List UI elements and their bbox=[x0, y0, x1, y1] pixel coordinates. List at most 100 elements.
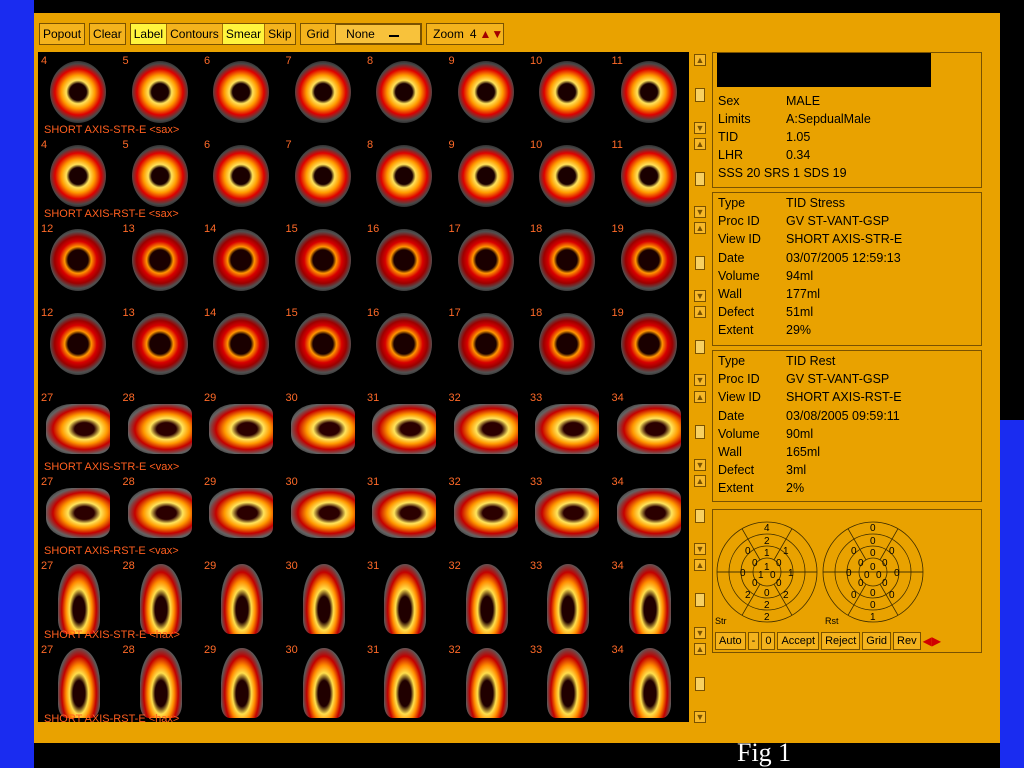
scroll-down-arrow-icon[interactable]: ▼ bbox=[694, 543, 706, 555]
scroll-down-arrow-icon[interactable]: ▼ bbox=[694, 290, 706, 302]
auto-button[interactable]: Auto bbox=[715, 632, 746, 650]
slice-image[interactable]: 4 bbox=[38, 53, 118, 133]
zero-button[interactable]: 0 bbox=[761, 632, 776, 650]
clear-button[interactable]: Clear bbox=[90, 24, 125, 44]
slice-image[interactable]: 33 bbox=[527, 390, 607, 470]
slice-image[interactable]: 30 bbox=[283, 390, 363, 470]
scroll-down-arrow-icon[interactable]: ▼ bbox=[694, 711, 706, 723]
scroll-down-arrow-icon[interactable]: ▼ bbox=[694, 374, 706, 386]
slice-image[interactable]: 9 bbox=[446, 137, 526, 217]
scroll-up-arrow-icon[interactable]: ▲ bbox=[694, 54, 706, 66]
scroll-down-arrow-icon[interactable]: ▼ bbox=[694, 459, 706, 471]
scroll-thumb[interactable] bbox=[695, 88, 705, 102]
slice-image[interactable]: 10 bbox=[527, 137, 607, 217]
slice-image[interactable]: 28 bbox=[120, 558, 200, 638]
skip-toggle[interactable]: Skip bbox=[265, 24, 294, 44]
slice-image[interactable]: 33 bbox=[527, 558, 607, 638]
slice-image[interactable]: 34 bbox=[609, 558, 689, 638]
slice-image[interactable]: 17 bbox=[446, 221, 526, 301]
slice-image[interactable]: 12 bbox=[38, 221, 118, 301]
slice-image[interactable]: 34 bbox=[609, 390, 689, 470]
slice-image[interactable]: 12 bbox=[38, 305, 118, 385]
slice-image[interactable]: 29 bbox=[201, 642, 281, 722]
rest-polar-map[interactable]: 0100000000 000000 000 bbox=[822, 521, 924, 623]
grid-button[interactable]: Grid bbox=[862, 632, 892, 650]
slice-image[interactable]: 28 bbox=[120, 642, 200, 722]
accept-button[interactable]: Accept bbox=[777, 632, 820, 650]
slice-image[interactable]: 32 bbox=[446, 558, 526, 638]
slice-image[interactable]: 7 bbox=[283, 137, 363, 217]
contours-toggle[interactable]: Contours bbox=[167, 24, 223, 44]
scroll-up-arrow-icon[interactable]: ▲ bbox=[694, 391, 706, 403]
slice-image[interactable]: 28 bbox=[120, 474, 200, 554]
zoom-stepper-icon[interactable]: ▲▼ bbox=[480, 27, 504, 41]
scroll-thumb[interactable] bbox=[695, 677, 705, 691]
slice-image[interactable]: 27 bbox=[38, 390, 118, 470]
slice-image[interactable]: 27 bbox=[38, 558, 118, 638]
slice-image[interactable]: 7 bbox=[283, 53, 363, 133]
slice-image[interactable]: 5 bbox=[120, 53, 200, 133]
slice-image[interactable]: 29 bbox=[201, 558, 281, 638]
scroll-thumb[interactable] bbox=[695, 256, 705, 270]
slice-image[interactable]: 18 bbox=[527, 305, 607, 385]
scroll-up-arrow-icon[interactable]: ▲ bbox=[694, 643, 706, 655]
scroll-thumb[interactable] bbox=[695, 593, 705, 607]
slice-image[interactable]: 8 bbox=[364, 137, 444, 217]
slice-image[interactable]: 31 bbox=[364, 642, 444, 722]
slice-image[interactable]: 11 bbox=[609, 137, 689, 217]
rev-button[interactable]: Rev bbox=[893, 632, 921, 650]
slice-image[interactable]: 5 bbox=[120, 137, 200, 217]
slice-image[interactable]: 14 bbox=[201, 221, 281, 301]
slice-image[interactable]: 29 bbox=[201, 474, 281, 554]
label-toggle[interactable]: Label bbox=[130, 24, 168, 44]
slice-image[interactable]: 4 bbox=[38, 137, 118, 217]
scroll-thumb[interactable] bbox=[695, 509, 705, 523]
slice-image[interactable]: 15 bbox=[283, 221, 363, 301]
slice-image[interactable]: 10 bbox=[527, 53, 607, 133]
slice-image[interactable]: 19 bbox=[609, 221, 689, 301]
slice-image[interactable]: 34 bbox=[609, 474, 689, 554]
slice-image[interactable]: 6 bbox=[201, 53, 281, 133]
slice-image[interactable]: 27 bbox=[38, 642, 118, 722]
slice-image[interactable]: 30 bbox=[283, 474, 363, 554]
slice-image[interactable]: 33 bbox=[527, 642, 607, 722]
slice-image[interactable]: 31 bbox=[364, 558, 444, 638]
scroll-thumb[interactable] bbox=[695, 425, 705, 439]
slice-image[interactable]: 31 bbox=[364, 390, 444, 470]
slice-image[interactable]: 27 bbox=[38, 474, 118, 554]
slice-image[interactable]: 28 bbox=[120, 390, 200, 470]
scroll-down-arrow-icon[interactable]: ▼ bbox=[694, 122, 706, 134]
prev-next-arrows-icon[interactable]: ◀▶ bbox=[923, 634, 941, 648]
scroll-up-arrow-icon[interactable]: ▲ bbox=[694, 222, 706, 234]
slice-image[interactable]: 16 bbox=[364, 305, 444, 385]
slice-image[interactable]: 31 bbox=[364, 474, 444, 554]
scroll-up-arrow-icon[interactable]: ▲ bbox=[694, 559, 706, 571]
slice-image[interactable]: 33 bbox=[527, 474, 607, 554]
grid-dropdown[interactable]: None bbox=[335, 24, 422, 44]
reject-button[interactable]: Reject bbox=[821, 632, 861, 650]
slice-image[interactable]: 13 bbox=[120, 305, 200, 385]
slice-image[interactable]: 19 bbox=[609, 305, 689, 385]
popout-button[interactable]: Popout bbox=[40, 24, 84, 44]
scroll-up-arrow-icon[interactable]: ▲ bbox=[694, 475, 706, 487]
slice-image[interactable]: 15 bbox=[283, 305, 363, 385]
scroll-up-arrow-icon[interactable]: ▲ bbox=[694, 138, 706, 150]
slice-image[interactable]: 18 bbox=[527, 221, 607, 301]
slice-image[interactable]: 6 bbox=[201, 137, 281, 217]
slice-image[interactable]: 14 bbox=[201, 305, 281, 385]
slice-image[interactable]: 29 bbox=[201, 390, 281, 470]
slice-image[interactable]: 32 bbox=[446, 642, 526, 722]
slice-image[interactable]: 8 bbox=[364, 53, 444, 133]
minus-button[interactable]: - bbox=[747, 632, 760, 650]
slice-image[interactable]: 16 bbox=[364, 221, 444, 301]
slice-image[interactable]: 30 bbox=[283, 642, 363, 722]
slice-image[interactable]: 32 bbox=[446, 474, 526, 554]
slice-image[interactable]: 9 bbox=[446, 53, 526, 133]
smear-toggle[interactable]: Smear bbox=[222, 24, 266, 44]
scroll-down-arrow-icon[interactable]: ▼ bbox=[694, 627, 706, 639]
scroll-thumb[interactable] bbox=[695, 172, 705, 186]
stress-polar-map[interactable]: 4221122200 100000 101 bbox=[716, 521, 818, 623]
slice-image[interactable]: 17 bbox=[446, 305, 526, 385]
scroll-thumb[interactable] bbox=[695, 340, 705, 354]
slice-image[interactable]: 30 bbox=[283, 558, 363, 638]
